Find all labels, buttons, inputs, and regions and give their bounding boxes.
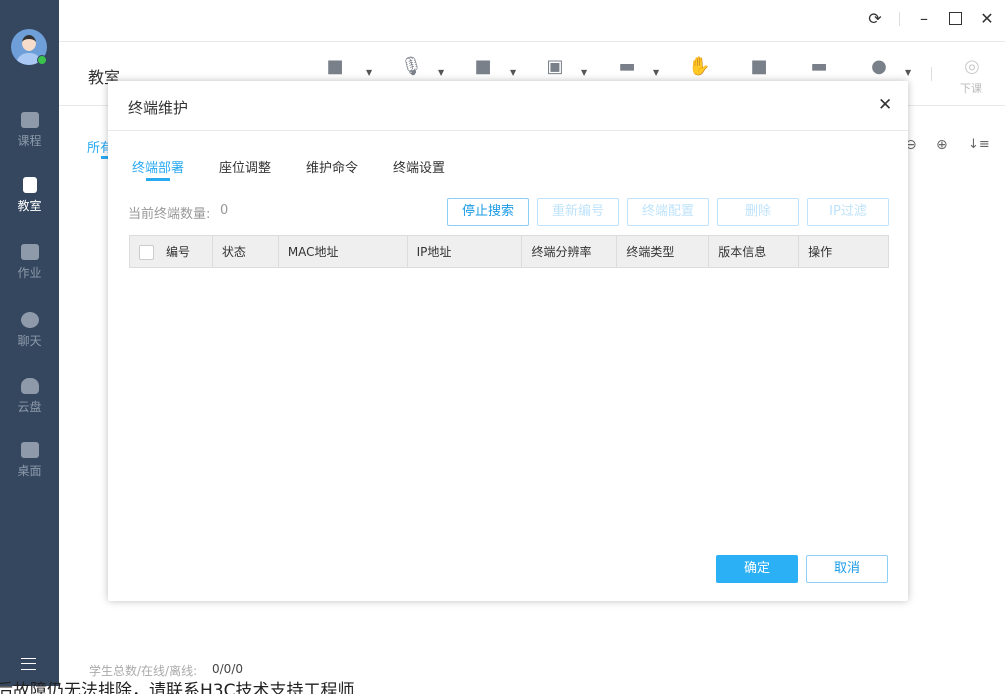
end-class-icon[interactable]: ◎ — [961, 56, 983, 78]
tab-underline — [146, 178, 170, 181]
end-class-label[interactable]: 下课 — [960, 80, 982, 96]
camera-off-icon[interactable]: ■ — [324, 56, 346, 78]
col-version: 版本信息 — [708, 235, 800, 268]
terminal-count-value: 0 — [220, 203, 229, 218]
mic-off-icon[interactable]: 🎙 — [400, 56, 423, 78]
sidebar-item-desktop[interactable]: 桌面 — [0, 442, 59, 479]
terminal-config-button[interactable]: 终端配置 — [627, 198, 709, 226]
divider — [931, 67, 932, 81]
desktop-icon — [20, 442, 39, 458]
tab-maintenance-command[interactable]: 维护命令 — [306, 157, 358, 176]
maximize-icon[interactable] — [949, 12, 962, 25]
menu-icon[interactable] — [21, 658, 36, 670]
book-icon — [20, 112, 39, 128]
tab-terminal-deploy[interactable]: 终端部署 — [132, 157, 184, 176]
chat-off-icon[interactable]: ■ — [748, 56, 770, 78]
door-icon — [22, 177, 37, 193]
renumber-button[interactable]: 重新编号 — [537, 198, 619, 226]
dialog-title: 终端维护 — [128, 99, 189, 117]
col-actions: 操作 — [798, 235, 889, 268]
terminal-table: 编号 状态 MAC地址 IP地址 终端分辨率 终端类型 版本信息 操作 — [129, 235, 889, 268]
col-ip: IP地址 — [406, 235, 523, 268]
sort-icon[interactable]: ↓≡ — [968, 137, 990, 152]
refresh-icon[interactable]: ⟳ — [865, 9, 885, 28]
chevron-down-icon[interactable]: ▼ — [510, 68, 516, 77]
chevron-down-icon[interactable]: ▼ — [438, 68, 444, 77]
select-all-checkbox[interactable] — [139, 245, 154, 260]
confirm-button[interactable]: 确定 — [716, 555, 798, 583]
delete-button[interactable]: 删除 — [717, 198, 799, 226]
stop-search-button[interactable]: 停止搜索 — [447, 198, 529, 226]
col-mac: MAC地址 — [277, 235, 408, 268]
divider — [59, 41, 1005, 42]
sidebar: 课程 教室 作业 聊天 云盘 桌面 — [0, 0, 59, 686]
student-count-label: 学生总数/在线/离线: — [89, 664, 198, 678]
divider — [899, 12, 900, 26]
zoom-in-icon[interactable]: ⊕ — [936, 137, 948, 153]
terminal-count-label: 当前终端数量: — [128, 207, 211, 222]
label: 教室 — [17, 199, 42, 213]
sidebar-item-homework[interactable]: 作业 — [0, 244, 59, 281]
tab-seat-adjust[interactable]: 座位调整 — [219, 157, 271, 176]
cloud-icon — [20, 378, 39, 394]
student-count-value: 0/0/0 — [212, 662, 243, 676]
sidebar-item-course[interactable]: 课程 — [0, 112, 59, 149]
label: 云盘 — [17, 400, 42, 414]
lock-screen-off-icon[interactable]: ■ — [472, 56, 494, 78]
raise-hand-icon[interactable]: ✋ — [688, 56, 710, 78]
minimize-icon[interactable]: – — [914, 9, 934, 28]
col-number: 编号 — [166, 245, 191, 259]
background-message: 后故障仍无法排除，请联系H3C技术支持工程师 — [0, 681, 355, 694]
chevron-down-icon[interactable]: ▼ — [581, 68, 587, 77]
chevron-down-icon[interactable]: ▼ — [905, 68, 911, 77]
homework-icon — [20, 244, 39, 260]
tab-terminal-settings[interactable]: 终端设置 — [393, 157, 445, 176]
more-icon[interactable]: ● — [868, 56, 890, 78]
cancel-button[interactable]: 取消 — [806, 555, 888, 583]
sidebar-item-chat[interactable]: 聊天 — [0, 312, 59, 349]
close-window-icon[interactable]: ✕ — [977, 9, 997, 28]
divider — [108, 130, 908, 131]
chevron-down-icon[interactable]: ▼ — [366, 68, 372, 77]
col-type: 终端类型 — [616, 235, 710, 268]
label: 桌面 — [17, 464, 42, 478]
col-resolution: 终端分辨率 — [521, 235, 618, 268]
ip-filter-button[interactable]: IP过滤 — [807, 198, 889, 226]
clipboard-check-icon[interactable]: ▣ — [544, 56, 566, 78]
monitor-icon[interactable]: ▬ — [616, 56, 638, 78]
col-status: 状态 — [211, 235, 279, 268]
label: 聊天 — [17, 334, 42, 348]
sidebar-item-classroom[interactable]: 教室 — [0, 177, 59, 214]
online-status-dot — [37, 55, 47, 65]
table-header-row: 编号 状态 MAC地址 IP地址 终端分辨率 终端类型 版本信息 操作 — [129, 235, 889, 268]
terminal-maintenance-dialog: 终端维护 ✕ 终端部署 座位调整 维护命令 终端设置 当前终端数量: 0 停止搜… — [108, 81, 908, 601]
sidebar-item-cloud[interactable]: 云盘 — [0, 378, 59, 415]
close-icon[interactable]: ✕ — [878, 95, 892, 115]
label: 课程 — [17, 134, 42, 148]
label: 作业 — [17, 266, 42, 280]
chat-icon — [20, 312, 39, 328]
chevron-down-icon[interactable]: ▼ — [653, 68, 659, 77]
presentation-icon[interactable]: ▬ — [808, 56, 830, 78]
